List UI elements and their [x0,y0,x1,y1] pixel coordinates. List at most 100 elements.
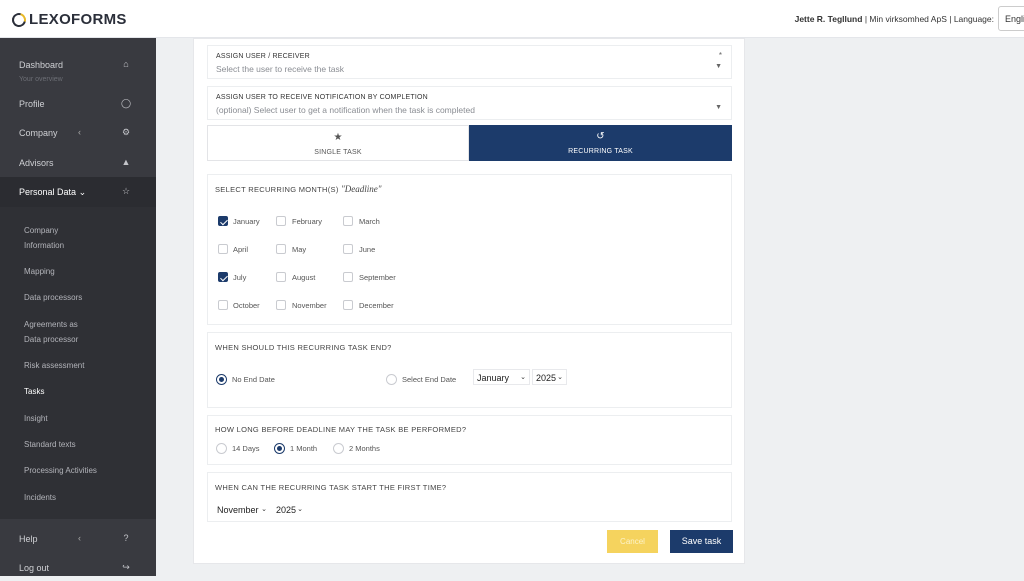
radio-label: 2 Months [349,444,380,453]
field-title: ASSIGN USER TO RECEIVE NOTIFICATION BY C… [216,94,428,101]
sidebar-item-label: Advisors [19,158,54,168]
language-select[interactable]: English [998,6,1024,31]
question-icon: ? [123,533,129,543]
caret-down-icon: ▼ [715,63,722,70]
history-icon: ↺ [596,131,605,142]
sidebar-item-profile[interactable]: Profile ◯ [0,89,156,117]
start-title: WHEN CAN THE RECURRING TASK START THE FI… [215,483,447,492]
checkbox-may[interactable] [276,244,286,254]
tab-single-task[interactable]: ★ SINGLE TASK [207,125,469,161]
chevron-down-icon: ⌄ [557,374,563,381]
checkbox-april[interactable] [218,244,228,254]
sidebar-item-label: Log out [19,563,50,573]
month-label: December [359,301,394,310]
language-label: Language: [953,14,994,24]
submenu-item-agreements[interactable]: Agreements as Data processor [24,317,78,347]
start-month-select[interactable]: November ⌄ [213,501,271,517]
assign-user-select[interactable]: ASSIGN USER / RECEIVER * Select the user… [207,45,732,79]
submenu-item-tasks[interactable]: Tasks [24,384,44,399]
submenu-item-data-processors[interactable]: Data processors [24,290,82,305]
save-task-button[interactable]: Save task [670,530,733,553]
submenu-item-insight[interactable]: Insight [24,411,48,426]
checkbox-june[interactable] [343,244,353,254]
start-section: WHEN CAN THE RECURRING TASK START THE FI… [207,472,732,522]
tab-label: SINGLE TASK [314,149,362,156]
month-label: May [292,245,307,254]
month-label: June [359,245,376,254]
radio-label: 1 Month [290,444,318,453]
start-year-select[interactable]: 2025 ⌄ [272,501,307,517]
month-label: July [233,273,247,282]
checkbox-february[interactable] [276,216,286,226]
sidebar-item-company[interactable]: Company ‹ ⚙ [0,118,156,146]
user-circle-icon: ◯ [121,98,132,108]
submenu-item-processing-activities[interactable]: Processing Activities [24,463,97,478]
month-label: November [292,301,327,310]
radio-select-end-date[interactable] [386,374,397,385]
end-section: WHEN SHOULD THIS RECURRING TASK END? No … [207,332,732,408]
checkbox-december[interactable] [343,300,353,310]
month-label: April [233,245,249,254]
radio-label: No End Date [232,375,275,384]
checkbox-july[interactable] [218,272,228,282]
chevron-down-icon: ⌄ [297,506,303,513]
checkbox-october[interactable] [218,300,228,310]
end-year-select[interactable]: 2025 ⌄ [532,369,567,385]
submenu-item-mapping[interactable]: Mapping [24,264,55,279]
sign-out-icon: ↪ [122,562,130,572]
radio-14-days[interactable] [216,443,227,454]
end-title: WHEN SHOULD THIS RECURRING TASK END? [215,343,392,352]
sidebar: Dashboard ⌂ Your overview Profile ◯ Comp… [0,38,156,576]
chevron-down-icon: ⌄ [78,187,87,197]
sidebar-item-advisors[interactable]: Advisors ▲ [0,148,156,176]
checkbox-march[interactable] [343,216,353,226]
graduation-cap-icon: ▲ [121,157,131,167]
submenu-item-incidents[interactable]: Incidents [24,490,56,505]
submenu-item-risk-assessment[interactable]: Risk assessment [24,358,84,373]
checkbox-january[interactable] [218,216,228,226]
month-label: August [292,273,316,282]
month-label: January [233,217,260,226]
checkbox-august[interactable] [276,272,286,282]
user-info: Jette R. Tegllund | Min virksomhed ApS |… [794,14,994,24]
chevron-down-icon: ⌄ [520,374,526,381]
submenu-item-company-information[interactable]: Company Information [24,223,64,253]
star-icon: ☆ [121,186,131,196]
chevron-left-icon: ‹ [78,127,81,137]
radio-1-month[interactable] [274,443,285,454]
end-month-select[interactable]: January ⌄ [473,369,530,385]
sidebar-item-personal-data[interactable]: Personal Data ⌄ ☆ [0,177,156,207]
star-icon: ★ [333,132,343,143]
radio-no-end-date[interactable] [216,374,227,385]
company-name: Min virksomhed ApS [869,14,947,24]
gear-icon: ⚙ [121,127,131,137]
month-label: October [233,301,260,310]
required-icon: * [718,51,722,60]
user-name[interactable]: Jette R. Tegllund [795,14,863,24]
sidebar-item-label: Help [19,534,38,544]
months-section: SELECT RECURRING MONTH(S) "Deadline" Jan… [207,174,732,325]
notify-user-select[interactable]: ASSIGN USER TO RECEIVE NOTIFICATION BY C… [207,86,732,120]
logo-text: LEXOFORMS [29,11,127,28]
checkbox-september[interactable] [343,272,353,282]
lexoforms-logo[interactable]: LEXOFORMS [9,9,127,30]
sidebar-item-help[interactable]: Help ‹ ? [0,524,156,552]
sidebar-item-logout[interactable]: Log out ↪ [0,553,156,581]
field-placeholder: (optional) Select user to get a notifica… [216,105,475,115]
top-bar: LEXOFORMS Jette R. Tegllund | Min virkso… [0,0,1024,38]
radio-label: Select End Date [402,375,457,384]
sidebar-item-dashboard[interactable]: Dashboard ⌂ [0,50,156,78]
month-label: March [359,217,380,226]
checkbox-november[interactable] [276,300,286,310]
caret-down-icon: ▼ [715,104,722,111]
cancel-button[interactable]: Cancel [607,530,658,553]
chevron-left-icon: ‹ [78,533,81,543]
sidebar-dashboard-subtitle: Your overview [19,76,63,83]
month-label: February [292,217,323,226]
sidebar-item-label: Dashboard [19,60,64,70]
month-label: September [359,273,396,282]
radio-2-months[interactable] [333,443,344,454]
submenu-item-standard-texts[interactable]: Standard texts [24,437,76,452]
field-title: ASSIGN USER / RECEIVER [216,53,310,60]
tab-recurring-task[interactable]: ↺ RECURRING TASK [469,125,732,161]
